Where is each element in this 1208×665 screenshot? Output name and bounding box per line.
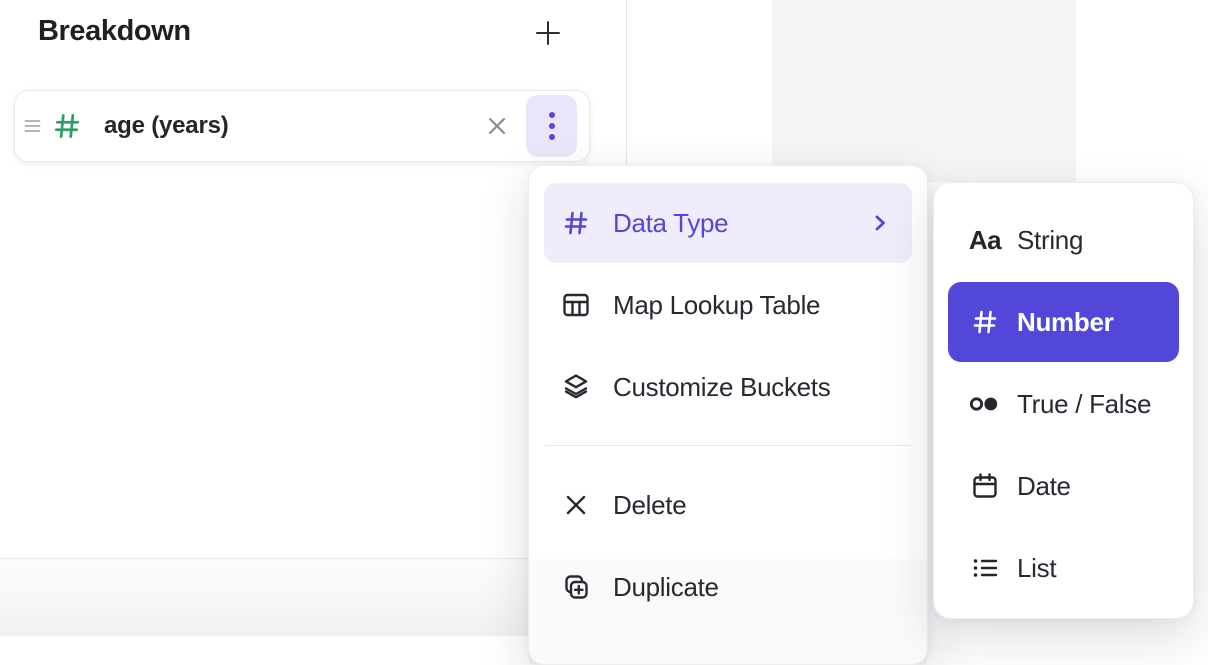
add-breakdown-button[interactable] xyxy=(531,16,565,50)
submenu-item-true-false[interactable]: True / False xyxy=(948,364,1179,444)
plus-icon xyxy=(532,17,564,49)
submenu-item-label: List xyxy=(1017,553,1163,584)
duplicate-icon xyxy=(561,572,591,602)
boolean-icon xyxy=(968,389,1002,419)
menu-item-customize-buckets[interactable]: Customize Buckets xyxy=(544,347,912,427)
drag-handle-icon[interactable] xyxy=(21,118,43,134)
page-title: Breakdown xyxy=(38,15,191,48)
menu-item-map-lookup-table[interactable]: Map Lookup Table xyxy=(544,265,912,345)
field-options-button[interactable] xyxy=(526,95,577,157)
menu-item-label: Map Lookup Table xyxy=(613,290,890,321)
menu-item-label: Delete xyxy=(613,490,890,521)
list-icon xyxy=(968,553,1002,583)
submenu-item-list[interactable]: List xyxy=(948,528,1179,608)
calendar-icon xyxy=(968,471,1002,501)
menu-item-delete[interactable]: Delete xyxy=(544,465,912,545)
chart-area-placeholder xyxy=(772,0,1076,182)
menu-item-label: Customize Buckets xyxy=(613,372,890,403)
layers-icon xyxy=(561,372,591,402)
aa-icon: Aa xyxy=(968,227,1002,253)
menu-item-duplicate[interactable]: Duplicate xyxy=(544,547,912,627)
hash-icon xyxy=(561,208,591,238)
menu-divider xyxy=(545,445,911,446)
data-type-submenu: Aa String Number True / False Date xyxy=(933,182,1194,619)
submenu-item-date[interactable]: Date xyxy=(948,446,1179,526)
submenu-item-label: Date xyxy=(1017,471,1163,502)
chevron-right-icon xyxy=(870,212,890,234)
breakdown-field-card[interactable]: age (years) xyxy=(14,90,590,162)
submenu-item-number[interactable]: Number xyxy=(948,282,1179,362)
number-hash-icon xyxy=(50,110,84,142)
close-icon xyxy=(484,113,510,139)
field-label: age (years) xyxy=(104,112,475,140)
table-icon xyxy=(561,290,591,320)
menu-item-label: Data Type xyxy=(613,208,870,239)
menu-item-label: Duplicate xyxy=(613,572,890,603)
remove-field-button[interactable] xyxy=(475,102,519,150)
kebab-icon xyxy=(547,109,557,143)
submenu-item-label: String xyxy=(1017,225,1163,256)
submenu-item-string[interactable]: Aa String xyxy=(948,200,1179,280)
menu-item-data-type[interactable]: Data Type xyxy=(544,183,912,263)
hash-icon xyxy=(968,307,1002,337)
x-icon xyxy=(561,490,591,520)
submenu-item-label: True / False xyxy=(1017,389,1163,420)
field-context-menu: Data Type Map Lookup Table Customize Buc… xyxy=(528,165,928,665)
submenu-item-label: Number xyxy=(1017,307,1163,338)
